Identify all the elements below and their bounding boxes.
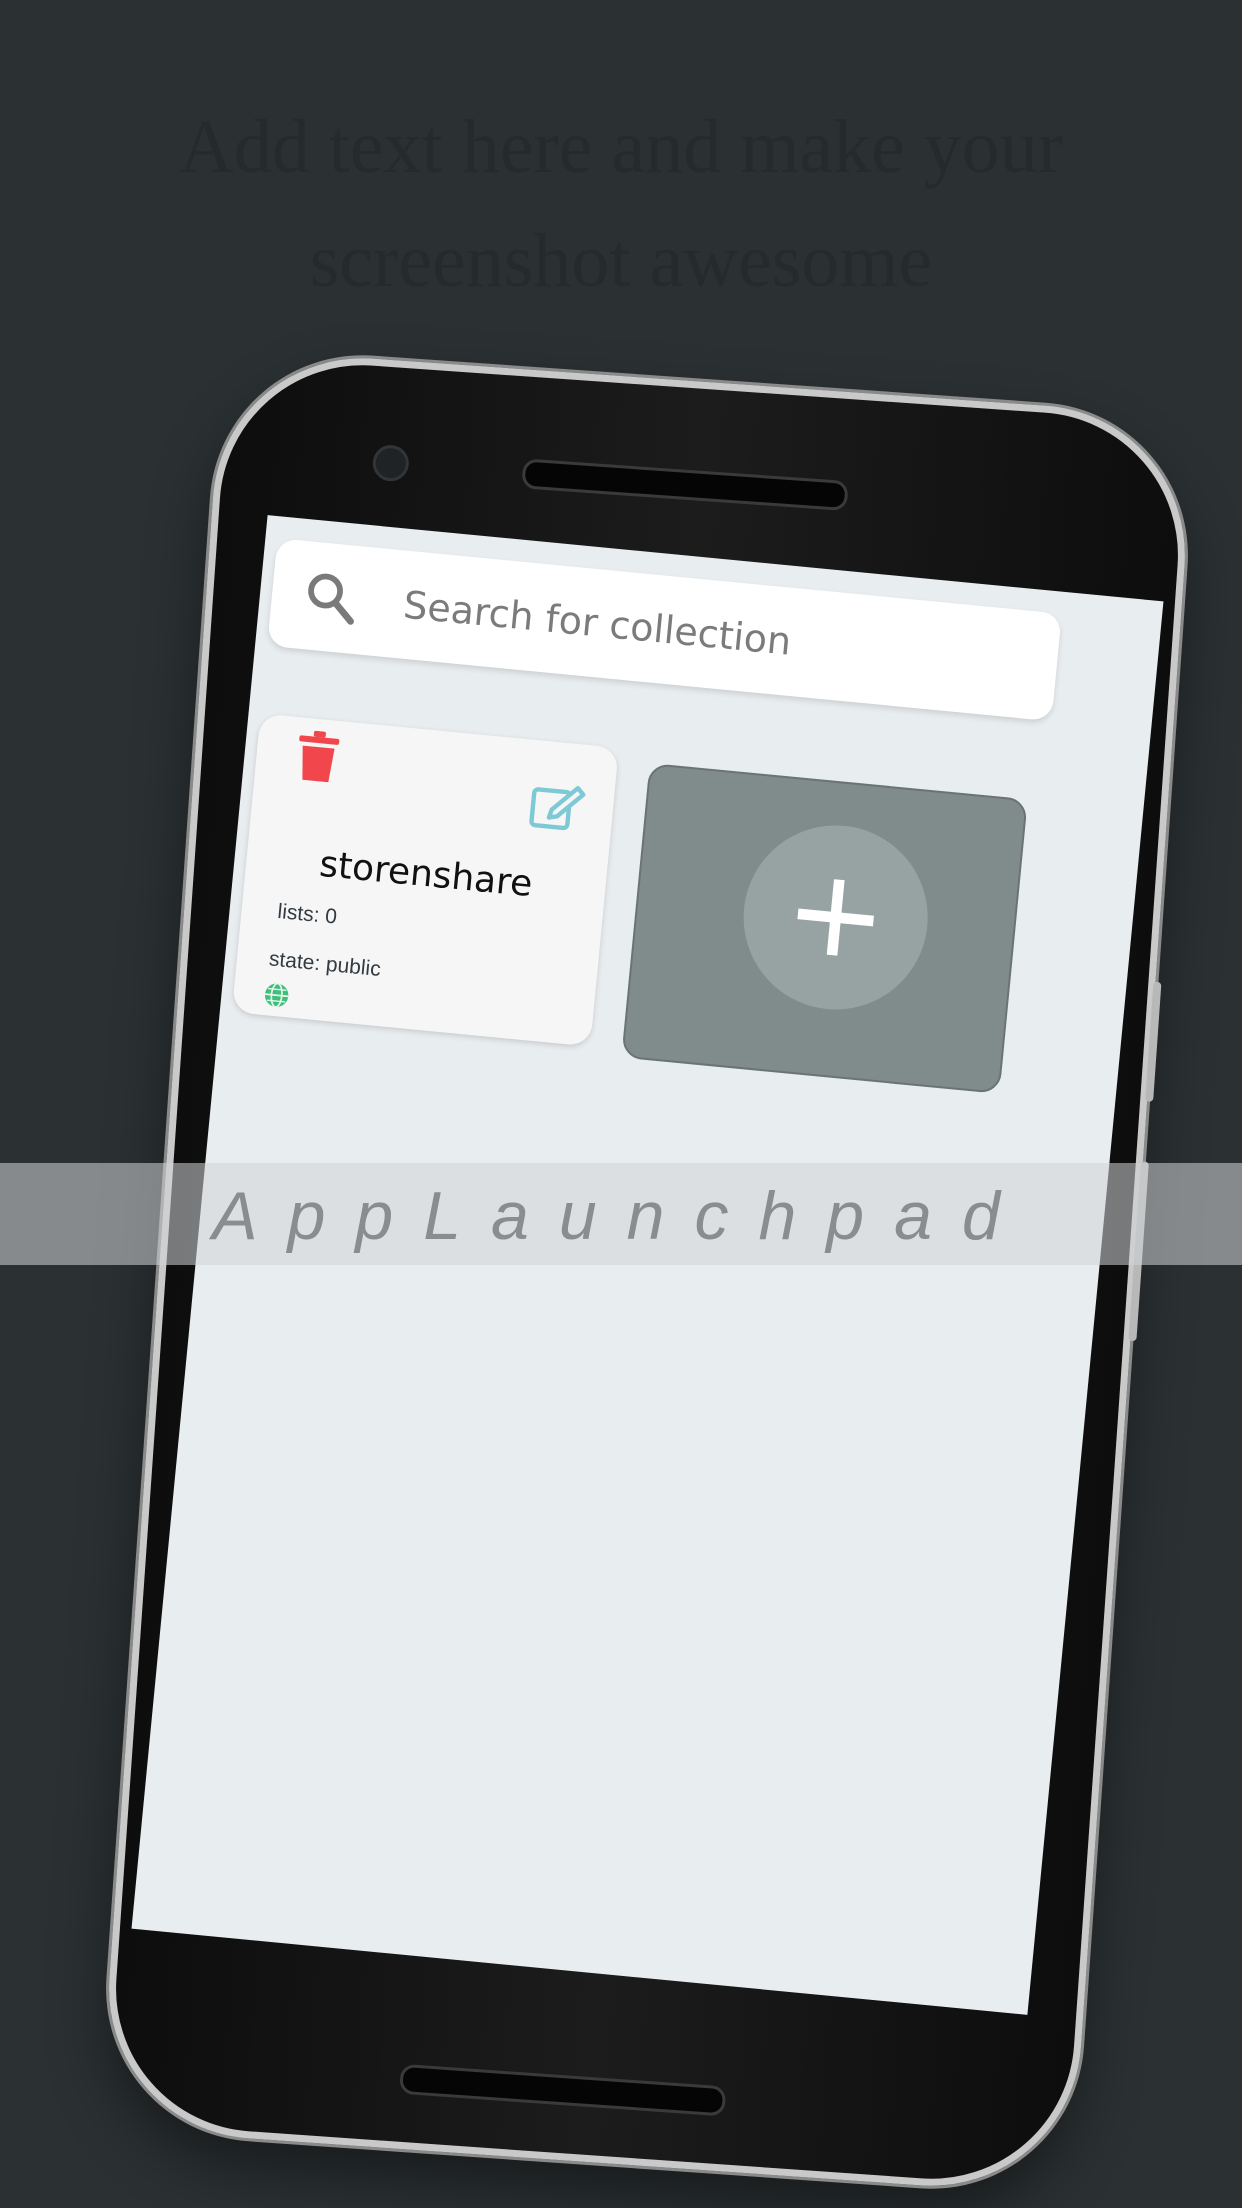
- search-bar[interactable]: Search for collection: [267, 538, 1062, 722]
- promo-headline: Add text here and make your screenshot a…: [60, 90, 1182, 318]
- collection-title: storenshare: [317, 843, 535, 906]
- watermark-text: AppLaunchpad: [212, 1178, 1030, 1254]
- phone-mockup: Search for collection storenshare lists:…: [98, 348, 1196, 2196]
- watermark-banner: AppLaunchpad: [0, 1163, 1242, 1265]
- plus-icon: [797, 879, 875, 956]
- collection-state: state: public: [267, 947, 382, 982]
- app-screen: Search for collection storenshare lists:…: [131, 515, 1164, 2015]
- collection-card[interactable]: storenshare lists: 0 state: public: [231, 713, 619, 1047]
- search-icon[interactable]: [299, 566, 362, 629]
- add-collection-button[interactable]: [621, 762, 1028, 1094]
- headline-line-1: Add text here and make your: [178, 105, 1064, 189]
- trash-icon[interactable]: [294, 729, 341, 785]
- globe-icon: [264, 982, 289, 1008]
- camera-icon: [371, 443, 411, 483]
- headline-line-2: screenshot awesome: [309, 219, 933, 303]
- earpiece-speaker: [521, 458, 849, 512]
- add-circle[interactable]: [735, 817, 937, 1018]
- collection-lists-count: lists: 0: [276, 899, 339, 929]
- search-input[interactable]: Search for collection: [402, 583, 794, 664]
- edit-icon[interactable]: [527, 778, 590, 835]
- bottom-speaker: [399, 2063, 727, 2117]
- volume-button: [1145, 981, 1162, 1102]
